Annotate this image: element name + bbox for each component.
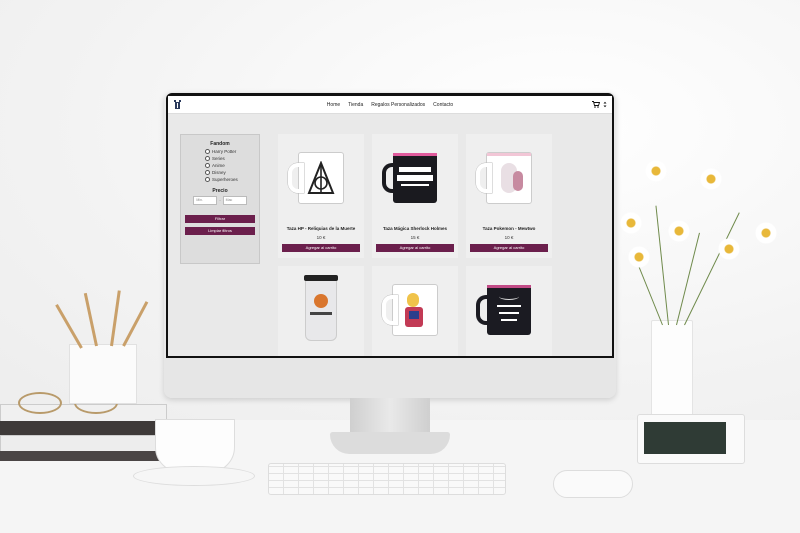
option-label: Superheroes — [212, 177, 238, 182]
product-card[interactable] — [278, 266, 364, 356]
product-title[interactable]: Taza Mágica Sherlock Holmes — [372, 226, 458, 231]
fandom-option-disney[interactable]: Disney — [205, 170, 259, 175]
product-title[interactable]: Taza HP - Reliquias de la Muerte — [278, 226, 364, 231]
mug-image — [382, 153, 437, 203]
product-title[interactable]: Taza Pokemon - Mewtwo — [466, 226, 552, 231]
nav-regalos-personalizados[interactable]: Regalos Personalizados — [371, 102, 425, 108]
add-to-cart-button[interactable]: Agregar al carrito — [282, 244, 360, 252]
filter-sidebar: Fandom Harry Potter Series Anime Disney … — [180, 134, 260, 264]
fandom-option-superheroes[interactable]: Superheroes — [205, 177, 259, 182]
fandom-option-harry-potter[interactable]: Harry Potter — [205, 149, 259, 154]
product-price: 10 € — [316, 235, 326, 240]
daisy-flower — [620, 212, 642, 234]
daisy-flower — [668, 220, 690, 242]
pencil-holder — [69, 344, 137, 404]
daisy-flower — [755, 222, 777, 244]
product-card[interactable] — [372, 266, 458, 356]
coffee-cup — [155, 419, 235, 473]
add-to-cart-button[interactable]: Agregar al carrito — [376, 244, 454, 252]
option-label: Anime — [212, 163, 225, 168]
price-max-input[interactable]: Mac — [222, 196, 247, 205]
product-price: 10 € — [504, 235, 514, 240]
main-nav: Home Tienda Regalos Personalizados Conta… — [168, 96, 612, 113]
radio-button[interactable] — [205, 149, 210, 154]
keyboard — [268, 463, 506, 495]
top-navbar: Home Tienda Regalos Personalizados Conta… — [168, 96, 612, 114]
product-card[interactable]: Taza Pokemon - Mewtwo 10 € Agregar al ca… — [466, 134, 552, 258]
filter-button[interactable]: Filtrar — [185, 215, 255, 223]
radio-button[interactable] — [205, 156, 210, 161]
radio-button[interactable] — [205, 170, 210, 175]
daisy-flower — [700, 168, 722, 190]
shop-webpage: Home Tienda Regalos Personalizados Conta… — [168, 96, 612, 356]
cart-icon[interactable] — [592, 101, 600, 108]
price-min-input[interactable]: Min. — [193, 196, 218, 205]
mug-image — [476, 285, 531, 335]
product-price: 15 € — [410, 235, 420, 240]
product-image[interactable] — [466, 134, 552, 222]
product-card[interactable]: Taza Mágica Sherlock Holmes 15 € Agregar… — [372, 134, 458, 258]
fandom-heading: Fandom — [210, 141, 230, 147]
mug-image — [476, 152, 532, 204]
range-dash: - — [219, 197, 221, 202]
product-image[interactable] — [278, 266, 364, 354]
add-to-cart-button[interactable]: Agregar al carrito — [470, 244, 548, 252]
flower-vase — [651, 320, 693, 418]
nav-contacto[interactable]: Contacto — [433, 102, 453, 108]
saucer — [133, 466, 255, 486]
product-card[interactable] — [466, 266, 552, 356]
mug-image — [288, 152, 344, 204]
daisy-flower — [645, 160, 667, 182]
product-card[interactable]: Taza HP - Reliquias de la Muerte 10 € Ag… — [278, 134, 364, 258]
product-image[interactable] — [278, 134, 364, 222]
nav-home[interactable]: Home — [327, 102, 340, 108]
deathly-hallows-art — [307, 161, 335, 194]
product-image[interactable] — [372, 134, 458, 222]
clear-filters-button[interactable]: Limpiar filtros — [185, 227, 255, 235]
clock-display — [644, 422, 726, 454]
price-range: Min. - Mac — [181, 196, 259, 205]
fandom-option-series[interactable]: Series — [205, 156, 259, 161]
radio-button[interactable] — [205, 177, 210, 182]
mouse — [553, 470, 633, 498]
monitor-chin — [164, 358, 616, 398]
product-image[interactable] — [466, 266, 552, 354]
product-image[interactable] — [372, 266, 458, 354]
fandom-option-anime[interactable]: Anime — [205, 163, 259, 168]
nav-tienda[interactable]: Tienda — [348, 102, 363, 108]
travel-mug-image — [304, 275, 338, 341]
price-heading: Precio — [212, 188, 228, 194]
more-icon[interactable] — [603, 101, 607, 108]
option-label: Harry Potter — [212, 149, 237, 154]
radio-button[interactable] — [205, 163, 210, 168]
daisy-flower — [718, 238, 740, 260]
mug-image — [382, 284, 438, 336]
daisy-flower — [628, 246, 650, 268]
option-label: Series — [212, 156, 225, 161]
monitor-base — [330, 432, 450, 454]
option-label: Disney — [212, 170, 226, 175]
